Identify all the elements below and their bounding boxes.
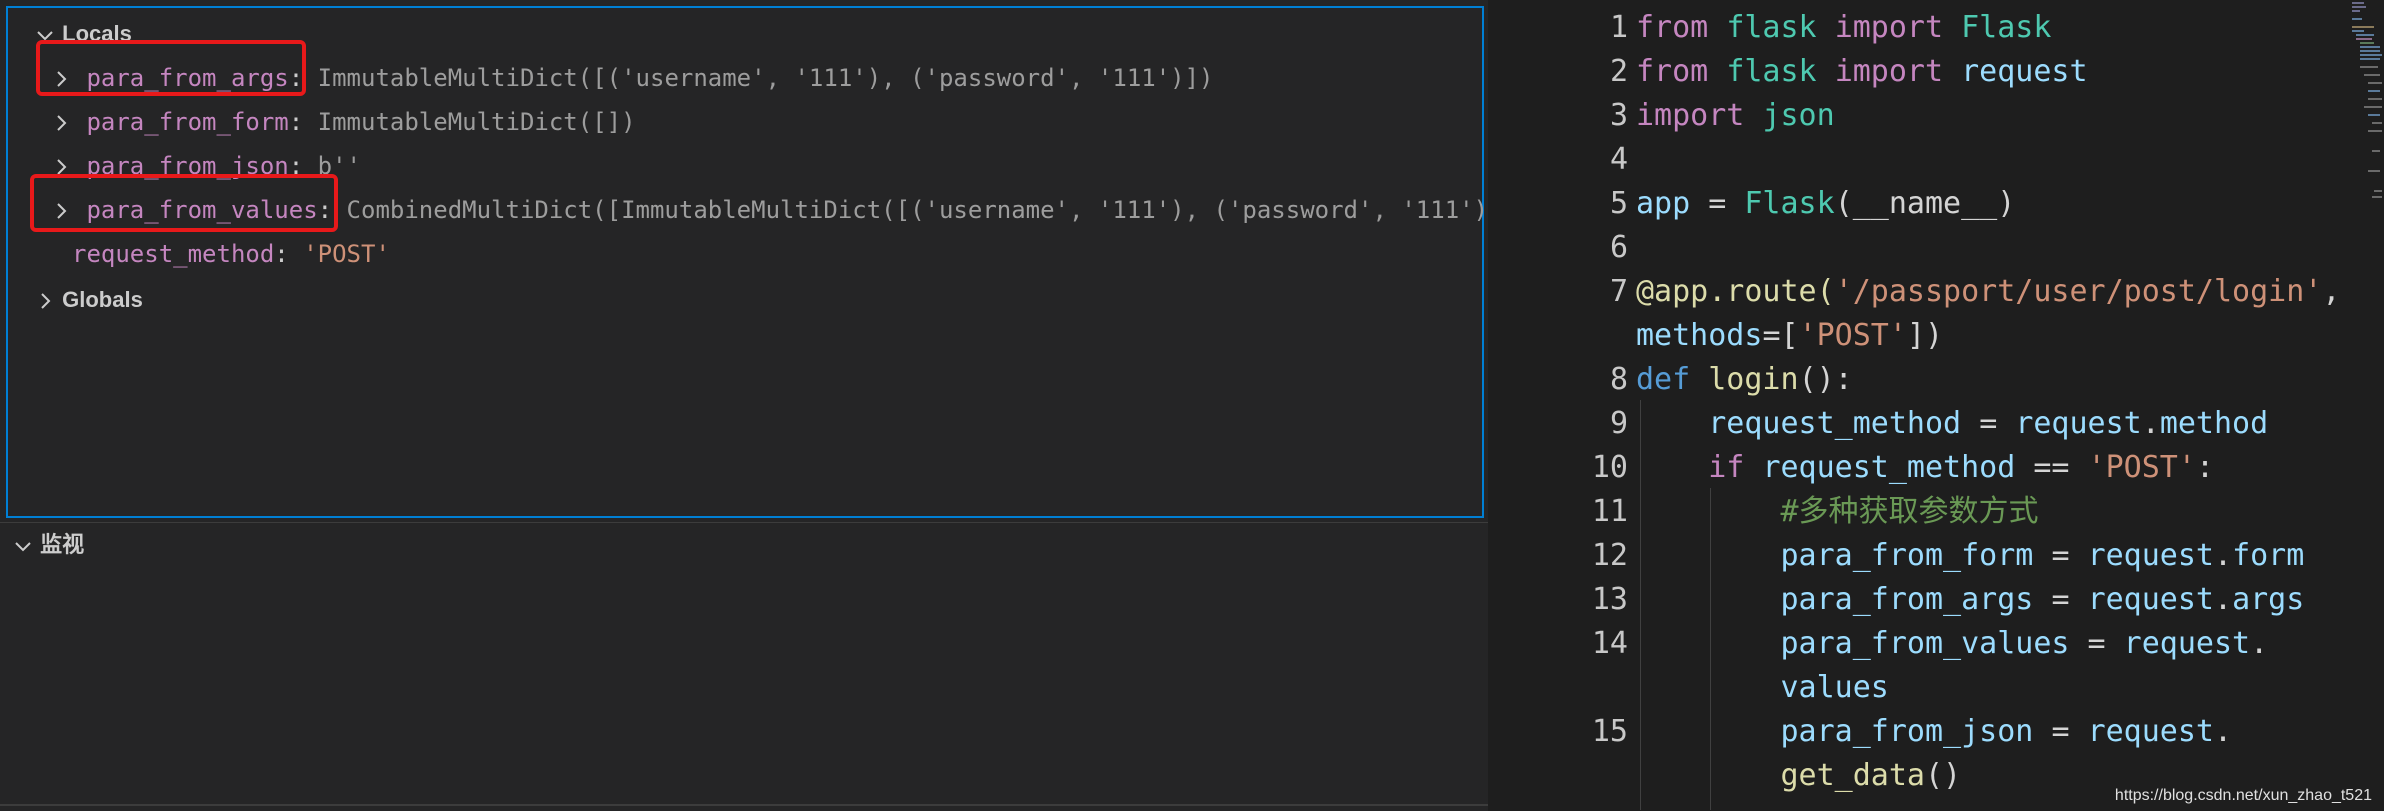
code-line-15[interactable]: para_from_json = request.	[1636, 710, 2233, 754]
variables-view: Locals para_from_args: ImmutableMultiDic…	[6, 6, 1502, 518]
chevron-down-icon	[12, 535, 34, 557]
code-line-13[interactable]: para_from_args = request.args	[1636, 578, 2305, 622]
code-line-12[interactable]: para_from_form = request.form	[1636, 534, 2305, 578]
code-line-14-wrap[interactable]: values	[1636, 666, 1889, 710]
panel-divider	[0, 804, 1488, 806]
watch-panel: 监视	[0, 522, 1488, 811]
line-number: 6	[1609, 230, 1628, 265]
variable-name: request_method	[72, 240, 275, 268]
line-number: 3	[1609, 98, 1628, 133]
minimap[interactable]	[2350, 0, 2384, 210]
code-line-10[interactable]: if request_method == 'POST':	[1636, 446, 2214, 490]
line-number: 10	[1591, 450, 1628, 485]
code-line-14[interactable]: para_from_values = request.	[1636, 622, 2269, 666]
line-number: 9	[1609, 406, 1628, 441]
variable-value: ImmutableMultiDict([('username', '111'),…	[317, 64, 1214, 92]
code-line-9[interactable]: request_method = request.method	[1636, 402, 2268, 446]
line-number: 14	[1591, 626, 1628, 661]
variable-row-request-method[interactable]: request_method: 'POST'	[72, 232, 390, 276]
globals-label: Globals	[62, 287, 143, 312]
code-line-3[interactable]: import json	[1636, 94, 1835, 138]
code-line-7-wrap[interactable]: methods=['POST'])	[1636, 314, 1943, 358]
variable-name: para_from_form	[86, 108, 289, 136]
code-line-5[interactable]: app = Flask(__name__)	[1636, 182, 2015, 226]
chevron-right-icon	[34, 290, 56, 312]
code-editor[interactable]: 1 2 3 4 5 6 7 8 9 10 11 12 13 14 15 from…	[1488, 0, 2384, 810]
line-number: 13	[1591, 582, 1628, 617]
watch-label: 监视	[40, 532, 85, 557]
code-line-15-wrap[interactable]: get_data()	[1636, 754, 1962, 798]
highlight-box-args	[36, 40, 306, 96]
variable-value: CombinedMultiDict([ImmutableMultiDict([(…	[346, 196, 1503, 224]
debug-panel: Locals para_from_args: ImmutableMultiDic…	[0, 0, 1502, 811]
chevron-right-icon[interactable]	[50, 112, 72, 134]
line-number: 12	[1591, 538, 1628, 573]
line-number: 5	[1609, 186, 1628, 221]
code-line-11[interactable]: #多种获取参数方式	[1636, 490, 2039, 534]
watch-section-header[interactable]: 监视	[12, 523, 84, 567]
code-line-7[interactable]: @app.route('/passport/user/post/login',	[1636, 270, 2340, 314]
code-line-2[interactable]: from flask import request	[1636, 50, 2088, 94]
line-number: 8	[1609, 362, 1628, 397]
line-number: 7	[1609, 274, 1628, 309]
line-number: 1	[1609, 10, 1628, 45]
globals-section-header[interactable]: Globals	[34, 278, 143, 322]
code-line-8[interactable]: def login():	[1636, 358, 1853, 402]
watermark: https://blog.csdn.net/xun_zhao_t521	[2110, 786, 2376, 806]
line-number: 15	[1591, 714, 1628, 749]
highlight-box-values	[30, 174, 338, 232]
line-number: 2	[1609, 54, 1628, 89]
variable-value: 'POST'	[303, 240, 390, 268]
variable-row-para-from-form[interactable]: para_from_form: ImmutableMultiDict([])	[50, 100, 636, 144]
line-number: 11	[1591, 494, 1628, 529]
code-line-1[interactable]: from flask import Flask	[1636, 6, 2051, 50]
variable-value: ImmutableMultiDict([])	[317, 108, 636, 136]
line-number: 4	[1609, 142, 1628, 177]
